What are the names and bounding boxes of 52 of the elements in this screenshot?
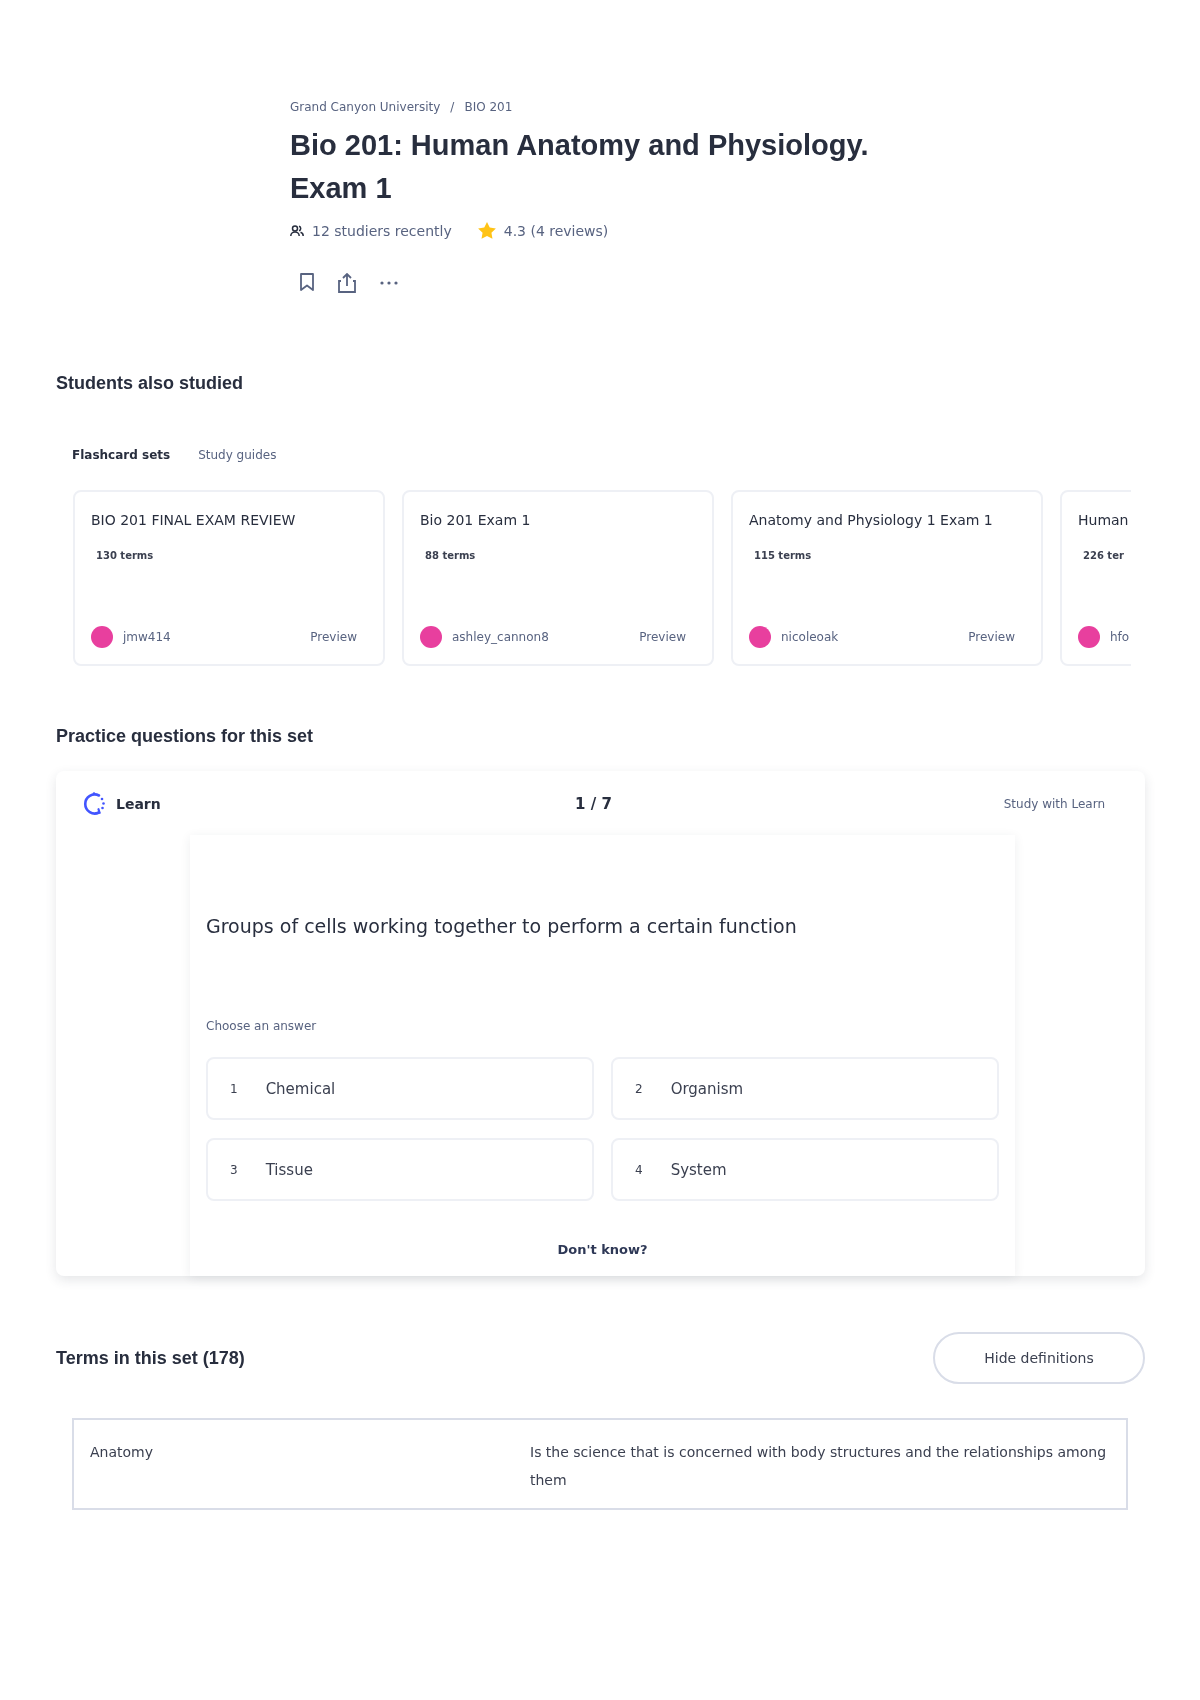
bookmark-icon[interactable] bbox=[300, 273, 314, 291]
breadcrumb-separator: / bbox=[450, 100, 455, 114]
people-icon bbox=[290, 224, 304, 237]
terms-count: 115 terms bbox=[754, 550, 812, 561]
card-title: Bio 201 Exam 1 bbox=[420, 512, 531, 528]
tab[interactable]: Flashcard sets bbox=[72, 444, 171, 466]
hide-definitions-button[interactable]: Hide definitions bbox=[933, 1332, 1145, 1384]
avatar bbox=[1078, 626, 1100, 648]
progress-counter: 1 / 7 bbox=[574, 795, 613, 813]
preview-link[interactable]: Preview bbox=[310, 630, 357, 644]
page-title: Bio 201: Human Anatomy and Physiology. Exam 1 bbox=[290, 128, 870, 206]
study-set-card[interactable]: Bio 201 Exam 1 88 terms ashley_cannon8 Preview bbox=[402, 490, 714, 666]
author-name: jmw414 bbox=[123, 630, 171, 644]
terms-count: 130 terms bbox=[96, 550, 154, 561]
star-icon bbox=[477, 222, 496, 239]
definition-text: Is the science that is concerned with body structures and the relationships among them bbox=[530, 1443, 1108, 1490]
question-text: Groups of cells working together to perform a certain function bbox=[206, 915, 798, 937]
author-name: hfo bbox=[1110, 630, 1130, 644]
study-set-card[interactable]: Human 226 ter hfo bbox=[1060, 490, 1131, 666]
author-name: ashley_cannon8 bbox=[452, 630, 549, 644]
section-heading: Students also studied bbox=[56, 373, 245, 394]
card-title: Anatomy and Physiology 1 Exam 1 bbox=[749, 512, 993, 528]
answer-option[interactable]: 1 Chemical bbox=[206, 1057, 594, 1120]
card-title: Human bbox=[1078, 512, 1129, 528]
terms-count: 88 terms bbox=[425, 550, 476, 561]
section-heading: Terms in this set (178) bbox=[56, 1347, 245, 1369]
terms-count: 226 ter bbox=[1083, 550, 1124, 561]
study-set-card[interactable]: Anatomy and Physiology 1 Exam 1 115 terms nicoleoak Preview bbox=[731, 490, 1043, 666]
answer-option[interactable]: 4 System bbox=[611, 1138, 999, 1201]
preview-link[interactable]: Preview bbox=[968, 630, 1015, 644]
study-set-card[interactable]: BIO 201 FINAL EXAM REVIEW 130 terms jmw414 Preview bbox=[73, 490, 385, 666]
answer-prompt: Choose an answer bbox=[206, 1019, 318, 1033]
author-name: nicoleoak bbox=[781, 630, 839, 644]
dont-know-link[interactable]: Don't know? bbox=[551, 1241, 654, 1258]
answer-option[interactable]: 3 Tissue bbox=[206, 1138, 594, 1201]
preview-link[interactable]: Preview bbox=[639, 630, 686, 644]
rating-text: 4.3 (4 reviews) bbox=[503, 222, 609, 239]
avatar bbox=[91, 626, 113, 648]
card-title: BIO 201 FINAL EXAM REVIEW bbox=[91, 512, 296, 528]
breadcrumb-link[interactable]: Grand Canyon University bbox=[290, 100, 441, 114]
learn-label: Learn bbox=[116, 796, 161, 812]
breadcrumb-link[interactable]: BIO 201 bbox=[464, 100, 513, 114]
learn-icon bbox=[82, 791, 106, 817]
avatar bbox=[420, 626, 442, 648]
answer-option[interactable]: 2 Organism bbox=[611, 1057, 999, 1120]
studiers-count: 12 studiers recently bbox=[312, 222, 452, 239]
study-with-learn-link[interactable]: Study with Learn bbox=[1003, 797, 1105, 811]
share-icon[interactable] bbox=[338, 273, 356, 293]
term-text: Anatomy bbox=[90, 1443, 154, 1462]
tab[interactable]: Study guides bbox=[198, 444, 277, 466]
section-heading: Practice questions for this set bbox=[56, 726, 315, 747]
avatar bbox=[749, 626, 771, 648]
